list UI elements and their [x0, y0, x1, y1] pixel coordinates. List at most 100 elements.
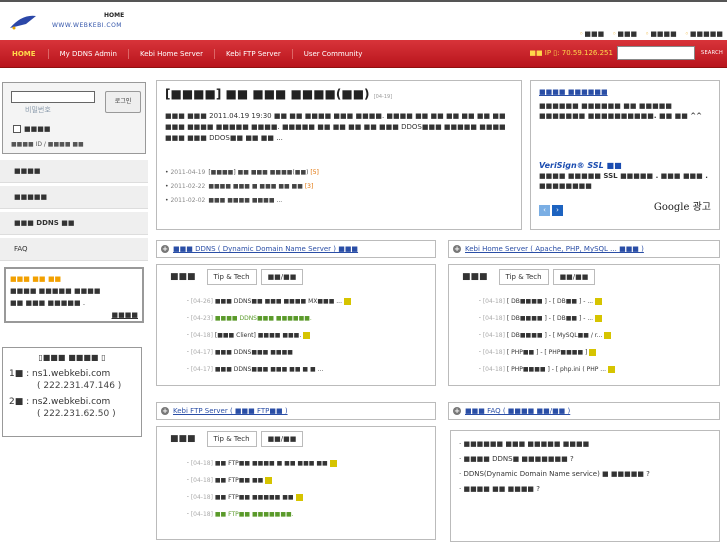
ad-headline[interactable]: ■■■■ ■■■■■■ [539, 87, 711, 97]
row-text[interactable]: ■■■ DDNS■■■ ■■■■ [215, 349, 293, 356]
row-text[interactable]: ■■ FTP■■ ■■■■■■■. [215, 511, 294, 518]
nav-kebi-home-server[interactable]: Kebi Home Server [129, 49, 215, 59]
top-link-2[interactable]: ■■■ [612, 30, 637, 38]
row-text[interactable]: ■■■ DDNS■■ ■■■ ■■■■ MX■■■ ... [215, 298, 342, 305]
table-row[interactable]: · [04-18] [ DB■■■■ ] - [ DB■■ ] - ... [479, 310, 713, 327]
tab-ftp-notice[interactable]: ■■■ [163, 431, 203, 447]
ad-prev-icon[interactable]: ‹ [539, 205, 550, 216]
row-text[interactable]: [ DB■■■■ ] - [ MySQL■■ / r... [507, 332, 603, 339]
table-row[interactable]: · [04-18] ■■ FTP■■ ■■ [187, 472, 429, 489]
table-row[interactable]: · [04-17] ■■■ DDNS■■■ ■■■ ■■ ■ ■ ... [187, 361, 429, 378]
row-text[interactable]: [ PHP■■■■ ] - [ php.ini ( PHP ... [507, 366, 606, 373]
sidebar-item-1[interactable]: ■■■■ [0, 160, 148, 183]
login-button[interactable]: 로그인 [105, 91, 141, 113]
new-icon [604, 332, 612, 339]
row-date: [04-18] [190, 460, 213, 467]
table-row[interactable]: · [04-26] ■■■ DDNS■■ ■■■ ■■■■ MX■■■ ... [187, 293, 429, 310]
plus-icon: + [453, 407, 461, 415]
checkbox-icon[interactable] [13, 125, 21, 133]
table-row[interactable]: · [04-18] ■■ FTP■■ ■■■■■ ■■ [187, 489, 429, 506]
sidebar-item-ddns[interactable]: ■■■ DDNS ■■ [0, 212, 148, 235]
home-section-title[interactable]: Kebi Home Server ( Apache, PHP, MySQL ..… [465, 245, 644, 253]
faq-text[interactable]: ■■■■ ■■ ■■■■ ? [463, 485, 540, 493]
table-row[interactable]: · [04-18] [ PHP■■■■ ] - [ php.ini ( PHP … [479, 361, 713, 378]
username-field[interactable] [11, 91, 95, 103]
google-ads-label[interactable]: Google 광고 [654, 203, 711, 213]
tab-home-notice[interactable]: ■■■ [455, 269, 495, 285]
row-text[interactable]: ■■■■ DDNS■■■ ■■■■■■. [215, 315, 312, 322]
list-item[interactable]: · ■■■■ ■■ ■■■■ ? [459, 482, 711, 497]
tab-home-tip[interactable]: Tip & Tech [498, 269, 549, 285]
faq-section-title[interactable]: ■■■ FAQ ( ■■■■ ■■/■■ ) [465, 407, 570, 415]
list-item[interactable]: • 2011-02-22 ■■■■ ■■■ ■ ■■■ ■■ ■■ [3] [165, 180, 513, 194]
tab-ftp-qa[interactable]: ■■/■■ [260, 431, 304, 447]
top-link-4[interactable]: ■■■■■ [685, 30, 723, 38]
tab-ddns-notice[interactable]: ■■■ [163, 269, 203, 285]
row-date: [04-18] [482, 366, 505, 373]
table-row[interactable]: · [04-18] [ DB■■■■ ] - [ DB■■ ] - ... [479, 293, 713, 310]
row-text[interactable]: ■■ FTP■■ ■■■■ ■ ■■ ■■■ ■■ [215, 460, 328, 467]
nav-my-ddns-admin[interactable]: My DDNS Admin [49, 49, 129, 59]
row-text[interactable]: ■■■ DDNS■■■ ■■■ ■■ ■ ■ ... [215, 366, 323, 373]
row-text[interactable]: [ DB■■■■ ] - [ DB■■ ] - ... [507, 315, 593, 322]
table-row[interactable]: · [04-18] ■■ FTP■■ ■■■■■■■. [187, 506, 429, 523]
ddns-section-header[interactable]: + ■■■ DDNS ( Dynamic Domain Name Server )… [156, 240, 436, 258]
ftp-section-header[interactable]: + Kebi FTP Server ( ■■■ FTP■■ ) [156, 402, 436, 420]
nav-home[interactable]: HOME [0, 49, 49, 59]
site-logo[interactable]: HOME WWW.WEBKEBI.COM [8, 10, 124, 36]
row-text[interactable]: [■■■ Client] ■■■■ ■■■. [215, 332, 301, 339]
news-text[interactable]: ■■■■ ■■■ ■ ■■■ ■■ ■■ [208, 183, 303, 190]
row-text[interactable]: ■■ FTP■■ ■■■■■ ■■ [215, 494, 294, 501]
find-id-link[interactable]: ■■■■ ID / ■■■■ ■■ [11, 141, 84, 148]
main-nav-bar: HOME My DDNS Admin Kebi Home Server Kebi… [0, 40, 727, 68]
news-text[interactable]: ■■■ ■■■■ ■■■■ ... [208, 197, 282, 204]
faq-section-header[interactable]: + ■■■ FAQ ( ■■■■ ■■/■■ ) [448, 402, 720, 420]
list-item[interactable]: · ■■■■ DDNS■ ■■■■■■■ ? [459, 452, 711, 467]
top-link-3[interactable]: ■■■■ [645, 30, 676, 38]
list-item[interactable]: • 2011-04-19 [■■■■] ■■ ■■■ ■■■■(■■) [5] [165, 166, 513, 180]
list-item[interactable]: · DDNS(Dynamic Domain Name service) ■ ■■… [459, 467, 711, 482]
table-row[interactable]: · [04-23] ■■■■ DDNS■■■ ■■■■■■. [187, 310, 429, 327]
faq-text[interactable]: DDNS(Dynamic Domain Name service) ■ ■■■■… [463, 470, 649, 478]
faq-text[interactable]: ■■■■■■ ■■■ ■■■■■ ■■■■ [463, 440, 589, 448]
site-url: WWW.WEBKEBI.COM [52, 22, 122, 29]
row-text[interactable]: ■■ FTP■■ ■■ [215, 477, 263, 484]
ns1-name: 1■ : ns1.webkebi.com [9, 369, 111, 379]
table-row[interactable]: · [04-18] [ PHP■■ ] - [ PHP■■■■ ] [479, 344, 713, 361]
logo-mark-icon [10, 15, 36, 30]
list-item[interactable]: · ■■■■■■ ■■■ ■■■■■ ■■■■ [459, 437, 711, 452]
sidebar-item-2[interactable]: ■■■■■ [0, 186, 148, 209]
table-row[interactable]: · [04-18] [■■■ Client] ■■■■ ■■■. [187, 327, 429, 344]
ddns-section-title[interactable]: ■■■ DDNS ( Dynamic Domain Name Server ) … [173, 245, 358, 253]
top-header: HOME WWW.WEBKEBI.COM ■■■ ■■■ ■■■■ ■■■■■ [0, 0, 727, 40]
nav-kebi-ftp-server[interactable]: Kebi FTP Server [215, 49, 293, 59]
verisign-link[interactable]: VeriSign® SSL ■■ [539, 161, 711, 171]
search-button[interactable]: SEARCH [699, 50, 723, 56]
table-row[interactable]: · [04-18] ■■ FTP■■ ■■■■ ■ ■■ ■■■ ■■ [187, 455, 429, 472]
table-row[interactable]: · [04-18] [ DB■■■■ ] - [ MySQL■■ / r... [479, 327, 713, 344]
list-item[interactable]: • 2011-02-02 ■■■ ■■■■ ■■■■ ... [165, 194, 513, 208]
tab-ddns-qa[interactable]: ■■/■■ [260, 269, 304, 285]
promo-box[interactable]: ■■■ ■■ ■■ ■■■■ ■■■■■ ■■■■ ■■ ■■■ ■■■■■ .… [4, 267, 144, 323]
notice-title[interactable]: [■■■■] ■■ ■■■ ■■■■(■■) [04-19] [165, 87, 513, 101]
sidebar-item-faq[interactable]: FAQ [0, 238, 148, 261]
remember-checkbox[interactable]: ■■■■ [13, 125, 50, 133]
ftp-section-title[interactable]: Kebi FTP Server ( ■■■ FTP■■ ) [173, 407, 288, 415]
nav-user-community[interactable]: User Community [293, 49, 374, 59]
tab-ddns-tip[interactable]: Tip & Tech [206, 269, 257, 285]
row-text[interactable]: [ DB■■■■ ] - [ DB■■ ] - ... [507, 298, 593, 305]
ip-display: ■■ IP ▯: 70.59.126.251 [529, 49, 613, 57]
faq-text[interactable]: ■■■■ DDNS■ ■■■■■■■ ? [463, 455, 573, 463]
password-field[interactable]: 비밀번호 [11, 105, 95, 115]
ad-next-icon[interactable]: › [552, 205, 563, 216]
tab-ftp-tip[interactable]: Tip & Tech [206, 431, 257, 447]
promo-link[interactable]: ■■■■ [10, 309, 138, 321]
home-section-header[interactable]: + Kebi Home Server ( Apache, PHP, MySQL .… [448, 240, 720, 258]
news-text[interactable]: [■■■■] ■■ ■■■ ■■■■(■■) [208, 169, 308, 176]
row-text[interactable]: [ PHP■■ ] - [ PHP■■■■ ] [507, 349, 587, 356]
top-link-1[interactable]: ■■■ [579, 30, 604, 38]
tab-home-qa[interactable]: ■■/■■ [552, 269, 596, 285]
notice-title-text[interactable]: [■■■■] ■■ ■■■ ■■■■(■■) [165, 87, 370, 101]
table-row[interactable]: · [04-17] ■■■ DDNS■■■ ■■■■ [187, 344, 429, 361]
search-input[interactable] [616, 46, 695, 60]
